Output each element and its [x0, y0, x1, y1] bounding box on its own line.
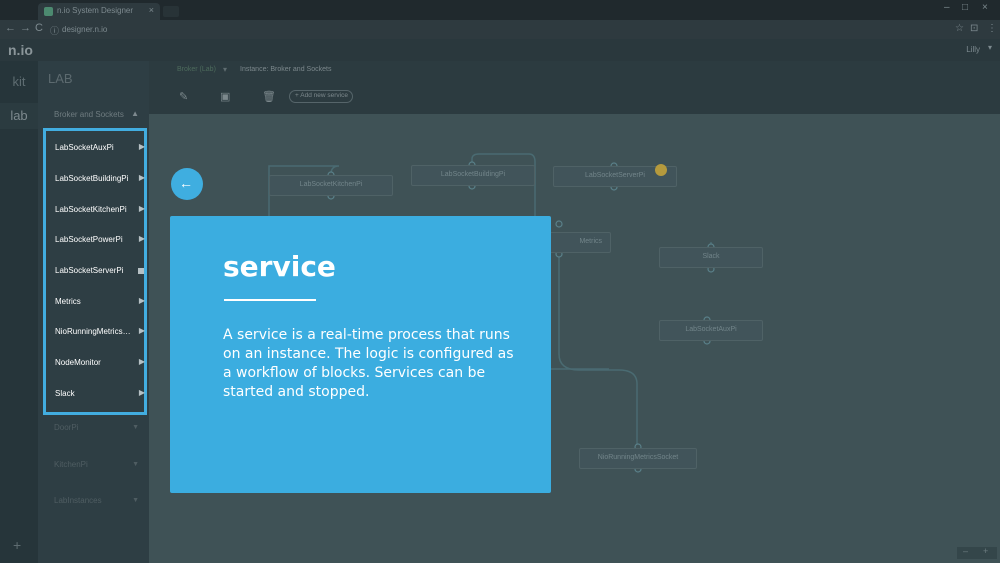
info-icon: ⓘ	[50, 26, 60, 36]
rail-item-kit[interactable]: kit	[0, 70, 38, 94]
zoom-in-icon[interactable]: +	[983, 546, 988, 556]
service-item[interactable]: LabSocketBuildingPi ▶	[55, 173, 145, 187]
service-item-label: NodeMonitor	[55, 358, 101, 367]
back-button[interactable]: ←	[171, 168, 203, 200]
info-dialog: service A service is a real-time process…	[170, 216, 551, 493]
service-item[interactable]: Metrics ▶	[55, 296, 145, 310]
breadcrumb: Broker (Lab) ▾ Instance: Broker and Sock…	[149, 61, 1000, 81]
service-item-label: Metrics	[55, 297, 81, 306]
user-menu[interactable]: Lilly	[966, 45, 980, 54]
block-label: NioRunningMetricsSocket	[597, 454, 679, 461]
chevron-down-icon[interactable]: ▼	[132, 497, 139, 504]
chevron-down-icon[interactable]: ▾	[223, 65, 227, 74]
service-item[interactable]: NioRunningMetricsS... ▶	[55, 326, 145, 340]
play-icon[interactable]: ▶	[139, 296, 145, 305]
service-item[interactable]: LabSocketServerPi	[55, 265, 145, 279]
play-icon[interactable]: ▶	[139, 326, 145, 335]
service-item[interactable]: NodeMonitor ▶	[55, 357, 145, 371]
play-icon[interactable]: ▶	[139, 234, 145, 243]
play-icon[interactable]: ▶	[139, 204, 145, 213]
sidebar-group-label[interactable]: KitchenPi	[54, 460, 88, 469]
play-icon[interactable]: ▶	[139, 388, 145, 397]
chevron-down-icon[interactable]: ▼	[132, 461, 139, 468]
workflow-block[interactable]: LabSocketAuxPi	[659, 320, 763, 341]
block-label: LabSocketKitchenPi	[299, 181, 363, 188]
browser-menu-icon[interactable]: ⋮	[987, 23, 997, 34]
instance-selector[interactable]: Broker (Lab)	[177, 66, 216, 73]
current-service-title: Instance: Broker and Sockets	[240, 66, 332, 73]
reload-icon[interactable]: C	[35, 22, 43, 34]
service-item[interactable]: LabSocketPowerPi ▶	[55, 234, 145, 248]
chevron-up-icon[interactable]: ▲	[131, 109, 139, 118]
workflow-block[interactable]: Slack	[659, 247, 763, 268]
block-label: Slack	[702, 253, 720, 260]
zoom-out-icon[interactable]: –	[963, 546, 968, 556]
arrow-left-icon: ←	[179, 175, 193, 191]
service-item[interactable]: LabSocketAuxPi ▶	[55, 142, 145, 156]
sidebar-group-label[interactable]: DoorPi	[54, 423, 78, 432]
stop-icon[interactable]	[138, 268, 144, 274]
save-icon[interactable]: ▣	[220, 90, 230, 103]
new-tab-button[interactable]	[163, 6, 179, 17]
warning-badge[interactable]	[655, 164, 667, 176]
trash-icon[interactable]: 🗑	[262, 90, 276, 103]
edit-icon[interactable]: ✎	[179, 90, 188, 103]
service-item-label: LabSocketBuildingPi	[55, 174, 129, 183]
tab-close-icon[interactable]: ×	[149, 5, 154, 15]
play-icon[interactable]: ▶	[139, 142, 145, 151]
url-field[interactable]: ⓘ designer.n.io	[46, 23, 951, 37]
address-bar: ← → C ⓘ designer.n.io ☆ ⊡ ⋮	[0, 20, 1000, 39]
forward-icon[interactable]: →	[20, 22, 31, 34]
rail-item-lab[interactable]: lab	[0, 103, 38, 129]
zoom-controls[interactable]: – +	[957, 546, 997, 559]
add-service-label: + Add new service	[295, 92, 348, 99]
service-item-label: Slack	[55, 389, 75, 398]
service-item-label: LabSocketServerPi	[55, 266, 124, 275]
browser-tab-bar: n.io System Designer × – □ ×	[0, 0, 1000, 20]
chevron-down-icon[interactable]: ▾	[988, 43, 992, 52]
play-icon[interactable]: ▶	[139, 357, 145, 366]
highlighted-service-list: LabSocketAuxPi ▶ LabSocketBuildingPi ▶ L…	[43, 128, 147, 415]
extension-icon[interactable]: ⊡	[970, 23, 978, 34]
workflow-block[interactable]: NioRunningMetricsSocket	[579, 448, 697, 469]
url-text: designer.n.io	[62, 25, 108, 34]
app-header: n.io Lilly ▾	[0, 39, 1000, 61]
dialog-title: service	[223, 250, 336, 283]
sidebar-title: LAB	[48, 71, 73, 86]
dialog-divider	[224, 299, 316, 301]
tab-title: n.io System Designer	[57, 6, 134, 15]
sidebar-group-label[interactable]: LabInstances	[54, 496, 102, 505]
service-sidebar: LAB Broker and Sockets ▲ LabSocketAuxPi …	[38, 61, 149, 563]
app-logo: n.io	[8, 42, 33, 58]
service-item[interactable]: Slack ▶	[55, 388, 145, 402]
nav-rail: kit lab +	[0, 61, 38, 563]
favicon-icon	[44, 7, 53, 16]
play-icon[interactable]: ▶	[139, 173, 145, 182]
block-label: LabSocketAuxPi	[685, 326, 737, 333]
service-item-label: LabSocketAuxPi	[55, 143, 114, 152]
dialog-body: A service is a real-time process that ru…	[223, 327, 514, 400]
minimize-icon[interactable]: –	[944, 2, 950, 13]
add-icon[interactable]: +	[13, 537, 21, 553]
service-item-label: LabSocketPowerPi	[55, 235, 123, 244]
back-icon[interactable]: ←	[5, 22, 16, 34]
service-item[interactable]: LabSocketKitchenPi ▶	[55, 204, 145, 218]
browser-tab[interactable]: n.io System Designer ×	[38, 3, 160, 20]
workflow-block[interactable]: LabSocketKitchenPi	[269, 175, 393, 196]
star-icon[interactable]: ☆	[955, 23, 964, 34]
workflow-block[interactable]: LabSocketBuildingPi	[411, 165, 535, 186]
sidebar-group-label[interactable]: Broker and Sockets	[54, 110, 124, 119]
service-item-label: LabSocketKitchenPi	[55, 205, 127, 214]
close-window-icon[interactable]: ×	[982, 2, 988, 13]
chevron-down-icon[interactable]: ▼	[132, 424, 139, 431]
block-label: LabSocketBuildingPi	[440, 171, 506, 178]
add-service-button[interactable]: + Add new service	[289, 90, 353, 103]
toolbar: ✎ ▣ 🗑 + Add new service	[149, 81, 1000, 114]
service-item-label: NioRunningMetricsS...	[55, 327, 131, 336]
maximize-icon[interactable]: □	[962, 2, 968, 13]
